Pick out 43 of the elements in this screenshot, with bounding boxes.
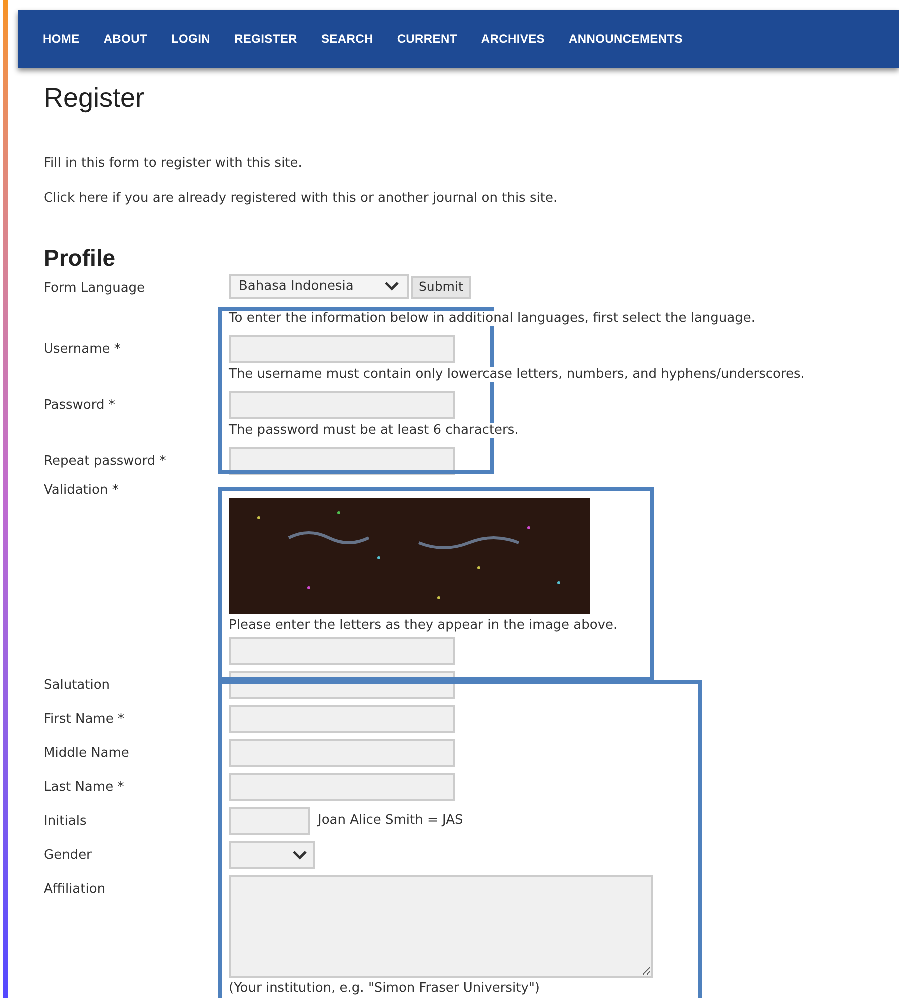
input-field[interactable] (229, 705, 455, 733)
hint-text: To enter the information below in additional languages, first select the language. (229, 311, 756, 326)
field-label: Middle Name (44, 745, 130, 763)
field-label: Affiliation (44, 881, 107, 899)
field-label: Initials (44, 813, 88, 831)
field-label: Validation * (44, 482, 120, 500)
field-label: First Name * (44, 711, 126, 729)
hint-text: Please enter the letters as they appear in the image above. (229, 618, 618, 633)
nav-link[interactable]: ARCHIVES (481, 30, 546, 48)
hint-text: The username must contain only lowercase letters, numbers, and hyphens/underscores. (229, 367, 805, 382)
chevron-down-icon (385, 282, 399, 291)
nav-link[interactable]: REGISTER (234, 30, 298, 48)
field-label: Password * (44, 397, 116, 415)
input-field[interactable] (229, 637, 455, 665)
field-label: Form Language (44, 280, 146, 298)
nav-link[interactable]: HOME (43, 30, 80, 48)
input-field[interactable] (229, 739, 455, 767)
field-label: Username * (44, 341, 122, 359)
field-label: Gender (44, 847, 93, 865)
input-field[interactable] (229, 335, 455, 363)
affiliation-field[interactable] (229, 875, 653, 978)
nav-link[interactable]: LOGIN (171, 30, 210, 48)
hint-text: (Your institution, e.g. "Simon Fraser University") (229, 981, 541, 997)
gender-select[interactable] (229, 841, 315, 869)
field-label: Repeat password * (44, 453, 168, 471)
initials-field[interactable] (229, 807, 310, 835)
page-title: Register (44, 82, 146, 114)
nav-link[interactable]: ABOUT (104, 30, 148, 48)
nav-link[interactable]: ANNOUNCEMENTS (569, 30, 683, 48)
section-heading: Profile (44, 244, 117, 272)
nav-link[interactable]: CURRENT (397, 30, 458, 48)
field-label: Last Name * (44, 779, 126, 797)
input-field[interactable] (229, 391, 455, 419)
hint-text: The password must be at least 6 characters. (229, 423, 519, 438)
nav-link[interactable]: SEARCH (321, 30, 374, 48)
intro-text: Fill in this form to register with this site. (44, 155, 304, 173)
language-select[interactable]: Bahasa Indonesia (229, 274, 409, 299)
field-label: Salutation (44, 677, 112, 695)
intro-text: Click here if you are already registered with this or another journal on this site. (44, 190, 559, 208)
input-field[interactable] (229, 773, 455, 801)
submit-button[interactable]: Submit (411, 276, 472, 299)
example-text: Joan Alice Smith = JAS (318, 812, 464, 830)
chevron-down-icon (293, 850, 307, 860)
